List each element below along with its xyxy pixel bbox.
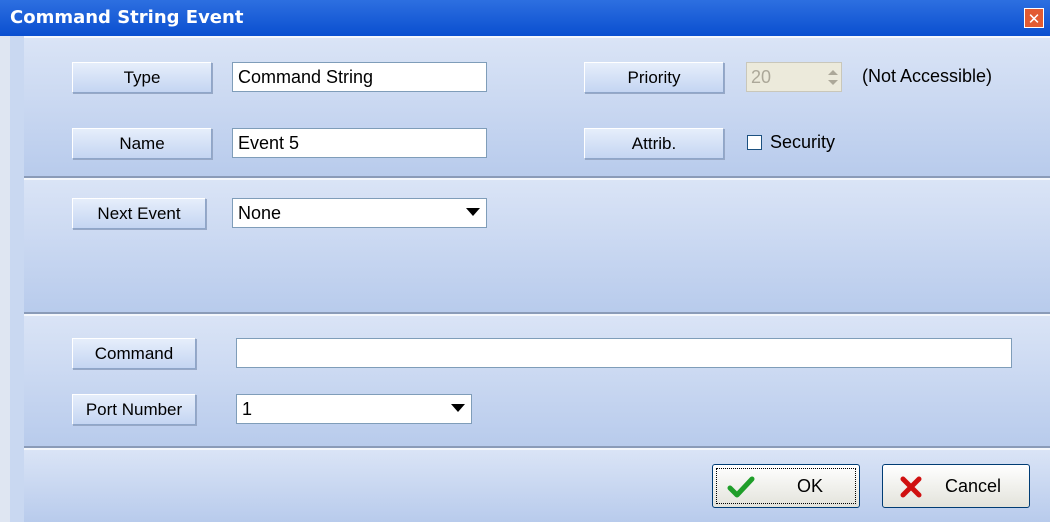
command-section: Command Port Number 1 xyxy=(24,314,1050,448)
ok-label: OK xyxy=(797,476,824,496)
command-input[interactable] xyxy=(236,338,1012,368)
dialog-content: Type Command String Priority 20 (Not Acc… xyxy=(0,36,1050,522)
checkmark-icon xyxy=(727,476,755,498)
priority-spinner: 20 xyxy=(746,62,842,92)
dialog-window: Command String Event ✕ Type Command Stri… xyxy=(0,0,1050,522)
next-event-value: None xyxy=(238,203,282,223)
priority-value: 20 xyxy=(751,67,772,87)
flow-section: Next Event None xyxy=(24,178,1050,314)
close-icon[interactable]: ✕ xyxy=(1024,8,1044,28)
port-number-label: Port Number xyxy=(72,394,196,425)
general-section: Type Command String Priority 20 (Not Acc… xyxy=(24,36,1050,178)
security-checkbox[interactable] xyxy=(747,135,762,150)
priority-label: Priority xyxy=(584,62,724,93)
priority-note: (Not Accessible) xyxy=(862,66,993,86)
button-section: OK Cancel xyxy=(24,448,1050,522)
security-label[interactable]: Security xyxy=(770,132,835,153)
name-field[interactable]: Event 5 xyxy=(232,128,487,158)
name-label: Name xyxy=(72,128,212,159)
next-event-label: Next Event xyxy=(72,198,206,229)
cancel-label: Cancel xyxy=(945,476,1002,496)
chevron-down-icon[interactable] xyxy=(451,404,465,412)
cancel-button[interactable]: Cancel xyxy=(882,464,1030,508)
window-title: Command String Event xyxy=(10,7,244,28)
port-number-dropdown[interactable]: 1 xyxy=(236,394,472,424)
chevron-down-icon[interactable] xyxy=(466,208,480,216)
command-label: Command xyxy=(72,338,196,369)
spin-up-icon xyxy=(828,70,838,75)
type-label: Type xyxy=(72,62,212,93)
next-event-dropdown[interactable]: None xyxy=(232,198,487,228)
port-number-value: 1 xyxy=(242,399,253,419)
ok-button[interactable]: OK xyxy=(712,464,860,508)
attrib-label: Attrib. xyxy=(584,128,724,159)
type-field[interactable]: Command String xyxy=(232,62,487,92)
title-bar[interactable]: Command String Event ✕ xyxy=(0,0,1050,36)
spin-down-icon xyxy=(828,80,838,85)
x-icon xyxy=(900,476,922,498)
